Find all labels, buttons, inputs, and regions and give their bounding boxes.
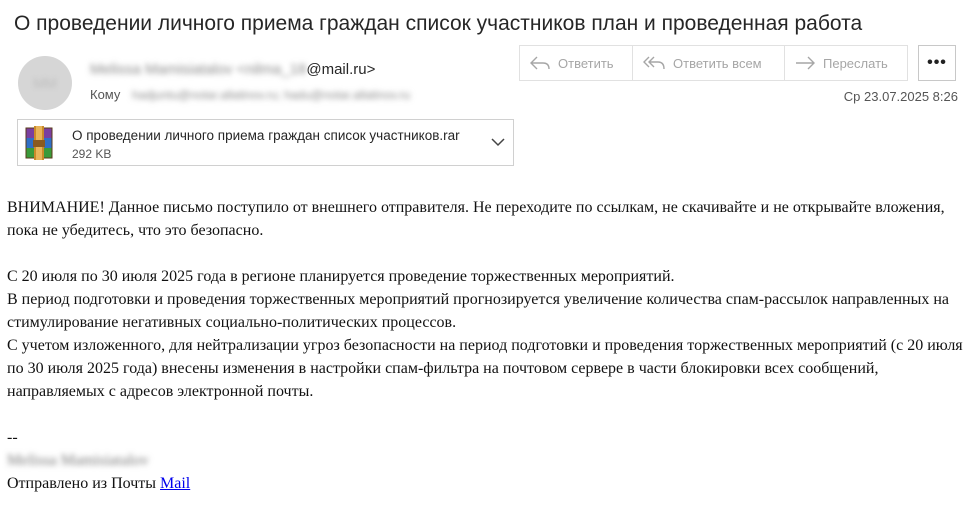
sender-line[interactable]: Melissa Mamisiatalov <nilma_18@mail.ru> [90, 61, 375, 78]
reply-all-label: Ответить всем [673, 55, 762, 71]
forward-button[interactable]: Переслать [784, 45, 908, 81]
external-sender-warning: ВНИМАНИЕ! Данное письмо поступило от вне… [7, 199, 945, 239]
recipients-label: Кому [90, 87, 121, 102]
signature-name-redacted: Melissa Mamisiatalov [7, 452, 149, 469]
reply-label: Ответить [558, 55, 614, 71]
forward-icon [796, 56, 815, 70]
chevron-down-icon[interactable] [491, 137, 505, 147]
sender-avatar[interactable]: MM [18, 56, 72, 110]
reply-all-icon [643, 56, 665, 70]
message-body: ВНИМАНИЕ! Данное письмо поступило от вне… [7, 196, 972, 495]
body-paragraph-3: С учетом изложенного, для нейтрализации … [7, 337, 963, 400]
sent-from-line: Отправлено из Почты Mail [7, 472, 972, 495]
email-subject: О проведении личного приема граждан спис… [14, 12, 863, 35]
winrar-archive-icon [25, 126, 53, 160]
sender-email-redacted: <nilma_18 [236, 61, 307, 78]
reply-all-button[interactable]: Ответить всем [632, 45, 785, 81]
avatar-initials: MM [33, 75, 57, 91]
sent-date: Ср 23.07.2025 8:26 [843, 89, 958, 104]
reply-icon [530, 56, 550, 70]
attachment-size: 292 KB [72, 147, 112, 161]
attachment-card[interactable]: О проведении личного приема граждан спис… [17, 119, 514, 166]
recipients-line: Кому hadjuntu@notar.allatinov.ru; hadu@n… [90, 87, 410, 102]
forward-label: Переслать [823, 55, 888, 71]
more-actions-button[interactable]: ••• [918, 45, 956, 81]
recipients-redacted[interactable]: hadjuntu@notar.allatinov.ru; hadu@notar.… [132, 88, 410, 102]
attachment-name: О проведении личного приема граждан спис… [72, 128, 460, 143]
signature-separator: -- [7, 429, 18, 446]
mail-link[interactable]: Mail [160, 475, 190, 492]
sender-name-redacted: Melissa Mamisiatalov [90, 61, 233, 78]
sent-from-text: Отправлено из Почты [7, 475, 157, 492]
body-paragraph-2: В период подготовки и проведения торжест… [7, 291, 950, 331]
body-paragraph-1: С 20 июля по 30 июля 2025 года в регионе… [7, 268, 675, 285]
sender-email-domain: @mail.ru> [306, 61, 376, 78]
message-actions: Ответить Ответить всем Переслать [519, 45, 908, 81]
reply-button[interactable]: Ответить [519, 45, 633, 81]
